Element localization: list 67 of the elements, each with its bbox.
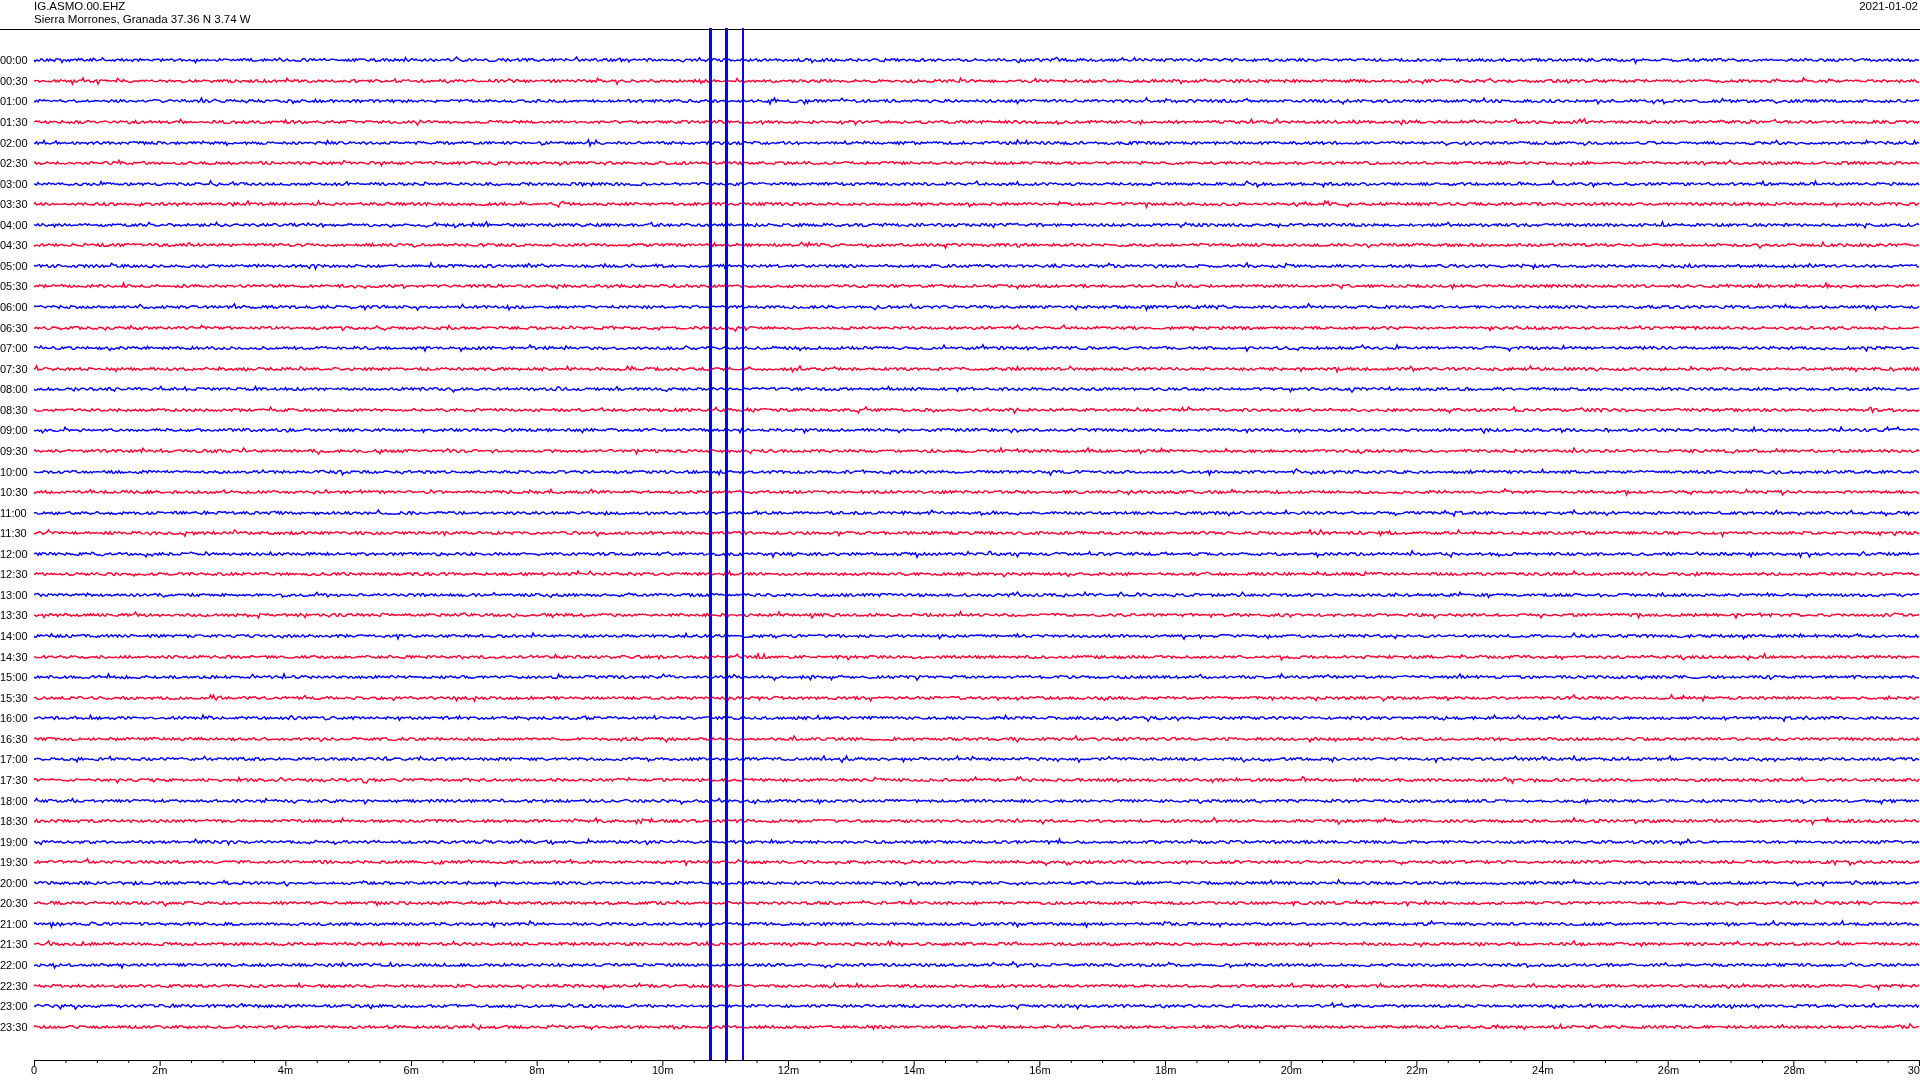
row-time-label: 19:30 xyxy=(0,856,29,869)
row-time-label: 14:30 xyxy=(0,650,29,663)
row-time-label: 06:30 xyxy=(0,321,29,334)
row-time-label: 23:00 xyxy=(0,1000,29,1013)
row-time-label: 10:00 xyxy=(0,465,29,478)
row-time-label: 16:00 xyxy=(0,712,29,725)
row-time-label: 09:00 xyxy=(0,424,29,437)
row-time-label: 22:30 xyxy=(0,979,29,992)
row-time-label: 17:30 xyxy=(0,773,29,786)
plot-date: 2021-01-02 xyxy=(1859,0,1918,14)
axis-tick-label: 18m xyxy=(1154,1064,1177,1076)
row-time-label: 02:30 xyxy=(0,157,29,170)
row-time-label: 14:00 xyxy=(0,630,29,643)
row-time-label: 18:30 xyxy=(0,815,29,828)
row-time-label: 02:00 xyxy=(0,136,29,149)
row-time-label: 08:30 xyxy=(0,403,29,416)
row-time-label: 20:30 xyxy=(0,897,29,910)
station-code: IG.ASMO.00.EHZ xyxy=(34,0,127,13)
row-time-label: 11:00 xyxy=(0,506,28,519)
row-time-label: 00:00 xyxy=(0,54,29,67)
axis-tick-label: 24m xyxy=(1532,1064,1554,1076)
row-time-label: 06:00 xyxy=(0,301,29,314)
row-time-label: 04:30 xyxy=(0,239,29,252)
row-time-label: 21:00 xyxy=(0,917,29,930)
row-time-label: 07:30 xyxy=(0,362,29,375)
row-time-label: 01:00 xyxy=(0,95,29,108)
axis-tick-label: 30 xyxy=(1907,1064,1920,1076)
row-time-label: 03:00 xyxy=(0,177,29,190)
axis-tick-label: 10m xyxy=(651,1064,674,1076)
row-time-label: 04:00 xyxy=(0,218,29,231)
axis-tick-label: 26m xyxy=(1657,1064,1680,1076)
station-location: Sierra Morrones, Granada 37.36 N 3.74 W xyxy=(34,13,251,26)
row-time-label: 11:30 xyxy=(0,527,28,540)
axis-tick-label: 22m xyxy=(1406,1064,1428,1076)
row-time-label: 20:00 xyxy=(0,876,29,889)
axis-tick-label: 8m xyxy=(529,1064,545,1076)
row-time-label: 12:30 xyxy=(0,568,29,581)
axis-tick-label: 6m xyxy=(403,1064,419,1076)
row-time-label: 15:30 xyxy=(0,691,29,704)
axis-tick-label: 16m xyxy=(1029,1064,1051,1076)
axis-tick-label: 14m xyxy=(903,1064,925,1076)
axis-tick-label: 2m xyxy=(152,1064,168,1076)
row-time-label: 08:00 xyxy=(0,383,29,396)
row-time-label: 23:30 xyxy=(0,1020,29,1033)
row-time-label: 07:00 xyxy=(0,342,29,355)
axis-tick-label: 28m xyxy=(1783,1064,1805,1076)
row-time-label: 13:30 xyxy=(0,609,29,622)
row-time-label: 22:00 xyxy=(0,959,29,972)
row-time-label: 00:30 xyxy=(0,74,29,87)
row-time-label: 18:00 xyxy=(0,794,29,807)
row-time-label: 17:00 xyxy=(0,753,29,766)
row-time-label: 10:30 xyxy=(0,486,29,499)
row-time-label: 05:30 xyxy=(0,280,29,293)
row-time-label: 13:00 xyxy=(0,588,29,601)
row-time-label: 15:00 xyxy=(0,671,29,684)
row-time-label: 19:00 xyxy=(0,835,29,848)
row-time-label: 21:30 xyxy=(0,938,29,951)
axis-tick-label: 4m xyxy=(277,1064,294,1076)
row-time-label: 03:30 xyxy=(0,198,29,211)
axis-tick-label: 12m xyxy=(777,1064,800,1076)
row-time-label: 16:30 xyxy=(0,732,29,745)
axis-tick-label: 20m xyxy=(1280,1064,1303,1076)
row-time-label: 01:30 xyxy=(0,115,29,128)
row-time-label: 12:00 xyxy=(0,547,29,560)
axis-tick-label: 0 xyxy=(30,1064,38,1076)
row-time-label: 05:00 xyxy=(0,259,29,272)
row-time-label: 09:30 xyxy=(0,444,29,457)
